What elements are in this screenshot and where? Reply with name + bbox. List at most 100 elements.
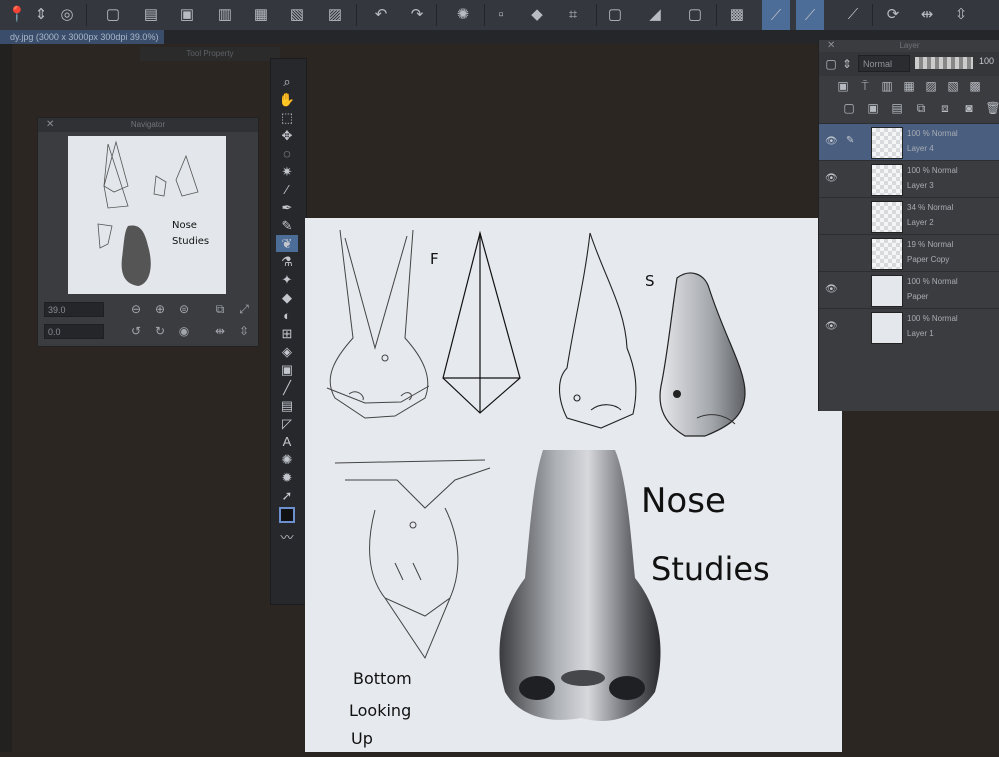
fit-window-icon[interactable]: ⧉ <box>212 301 228 317</box>
airbrush-icon[interactable]: ⚗ <box>276 253 298 270</box>
gradient-icon[interactable]: ◈ <box>276 343 298 360</box>
app-icon[interactable]: ◎ <box>56 3 78 25</box>
document-tab[interactable]: dy.jpg (3000 x 3000px 300dpi 39.0%) <box>0 30 165 44</box>
zoom-icon[interactable]: ⌕ <box>276 73 298 90</box>
print-icon[interactable]: ▧ <box>286 3 308 25</box>
reset-rotation-icon[interactable]: ◉ <box>176 323 192 339</box>
figure-icon[interactable]: ╱ <box>276 379 298 396</box>
zoom-value[interactable]: 39.0 <box>44 302 104 317</box>
pin-icon[interactable]: 📍 <box>6 3 28 25</box>
zoom-in-icon[interactable]: ⊕ <box>152 301 168 317</box>
layer-row[interactable]: 34 % Normal Layer 2 <box>819 197 999 235</box>
new-file-icon[interactable]: ▢ <box>102 3 124 25</box>
lock-transparent-icon[interactable]: ▨ <box>923 78 939 94</box>
object-select-icon[interactable]: ➚ <box>276 487 298 504</box>
layer-row[interactable]: 👁 100 % Normal Layer 3 <box>819 160 999 198</box>
fill-icon[interactable]: ⊞ <box>276 325 298 342</box>
expand-icon[interactable]: ⤢ <box>236 301 252 317</box>
frame-icon[interactable]: ▤ <box>276 397 298 414</box>
hand-icon[interactable]: ✋ <box>276 91 298 108</box>
main-color-icon[interactable] <box>276 507 298 524</box>
correct-line-icon[interactable]: ✹ <box>276 469 298 486</box>
layer-row[interactable]: 👁 100 % Normal Layer 1 <box>819 308 999 346</box>
grid-icon[interactable]: ▩ <box>726 3 748 25</box>
delete-layer-icon[interactable]: 🗑 <box>985 100 999 116</box>
draft-icon[interactable]: ▦ <box>901 78 917 94</box>
tool-property-header[interactable]: Tool Property <box>140 47 280 61</box>
eye-icon[interactable]: 👁 <box>825 321 838 332</box>
layer-mask-icon[interactable]: ◙ <box>961 100 977 116</box>
layer-mode: 34 % Normal <box>907 203 954 212</box>
flip-horizontal-icon[interactable]: ⇹ <box>916 3 938 25</box>
eye-icon[interactable]: 👁 <box>825 136 838 147</box>
transfer-icon[interactable]: ⧉ <box>913 100 929 116</box>
brush-icon[interactable]: ❦ <box>276 235 298 252</box>
save-icon[interactable]: ▣ <box>176 3 198 25</box>
opacity-value[interactable]: 100 <box>979 56 994 66</box>
eye-icon[interactable]: 👁 <box>825 173 838 184</box>
transparency-icon[interactable]: ▢ <box>684 3 706 25</box>
blend-mode-select[interactable]: Normal <box>858 55 910 72</box>
operation-icon[interactable]: ⬚ <box>276 109 298 126</box>
pencil-icon[interactable]: ✎ <box>276 217 298 234</box>
flip-vertical-icon[interactable]: ⇳ <box>236 323 252 339</box>
lock-icon[interactable]: ▣ <box>835 78 851 94</box>
undo-icon[interactable]: ↶ <box>370 3 392 25</box>
fill-icon[interactable]: ◆ <box>526 3 548 25</box>
updown-icon[interactable]: ⇕ <box>30 3 52 25</box>
line-snap-icon[interactable]: ⟋ <box>796 0 824 30</box>
navigator-thumbnail[interactable]: Nose Studies <box>68 136 226 294</box>
crop-icon[interactable]: ⌗ <box>562 3 584 25</box>
flip-vertical-icon[interactable]: ⇳ <box>950 3 972 25</box>
export-icon[interactable]: ▦ <box>250 3 272 25</box>
rotation-value[interactable]: 0.0 <box>44 324 104 339</box>
rotate-icon[interactable]: ⟳ <box>882 3 904 25</box>
loading-icon[interactable]: ✺ <box>452 3 474 25</box>
ruler-icon[interactable]: ◸ <box>276 415 298 432</box>
lasso-icon[interactable]: ◌ <box>276 145 298 162</box>
combine-icon[interactable]: ⧈ <box>937 100 953 116</box>
rotate-left-icon[interactable]: ↺ <box>128 323 144 339</box>
redo-icon[interactable]: ↷ <box>406 3 428 25</box>
drawing-canvas[interactable]: F S Nose Studies Bottom Looking Up <box>305 218 842 752</box>
save-as-icon[interactable]: ▥ <box>214 3 236 25</box>
print-icon[interactable]: ▨ <box>324 3 346 25</box>
new-raster-layer-icon[interactable]: ▢ <box>841 100 857 116</box>
blend-icon[interactable]: ◐ <box>276 307 298 324</box>
eyedropper-icon[interactable]: ⁄ <box>276 181 298 198</box>
eraser-icon[interactable]: ◆ <box>276 289 298 306</box>
layer-row[interactable]: 19 % Normal Paper Copy <box>819 234 999 272</box>
zoom-out-icon[interactable]: ⊖ <box>128 301 144 317</box>
layer-row[interactable]: 👁 100 % Normal Paper <box>819 271 999 309</box>
reference-icon[interactable]: ▥ <box>879 78 895 94</box>
clear-icon[interactable]: ▫ <box>490 3 512 25</box>
ruler-snap-icon[interactable]: ⟋ <box>762 0 790 30</box>
stroke-icon[interactable]: 〰 <box>276 529 298 546</box>
gradient-fill-icon[interactable]: ▣ <box>276 361 298 378</box>
tone-icon[interactable]: ▢ <box>604 3 626 25</box>
open-folder-icon[interactable]: ▤ <box>140 3 162 25</box>
layer-type-icon[interactable]: ▢ <box>823 56 839 72</box>
text-icon[interactable]: A <box>276 433 298 450</box>
new-folder-icon[interactable]: ▤ <box>889 100 905 116</box>
tone-icon[interactable]: ◢ <box>644 3 666 25</box>
eye-icon[interactable]: 👁 <box>825 284 838 295</box>
move-icon[interactable]: ✥ <box>276 127 298 144</box>
ruler-icon[interactable]: ⟋ <box>842 3 864 25</box>
rotate-right-icon[interactable]: ↻ <box>152 323 168 339</box>
new-vector-layer-icon[interactable]: ▣ <box>865 100 881 116</box>
pen-icon[interactable]: ✒ <box>276 199 298 216</box>
close-icon[interactable]: ✕ <box>46 118 54 132</box>
clip-icon[interactable]: ⍑ <box>857 78 873 94</box>
close-icon[interactable]: ✕ <box>827 40 835 52</box>
flip-horizontal-icon[interactable]: ⇹ <box>212 323 228 339</box>
opacity-slider[interactable] <box>915 57 973 69</box>
balloon-icon[interactable]: ✺ <box>276 451 298 468</box>
decoration-icon[interactable]: ✦ <box>276 271 298 288</box>
layer-row[interactable]: 👁 ✎ 100 % Normal Layer 4 <box>819 123 999 161</box>
fit-icon[interactable]: ⊜ <box>176 301 192 317</box>
mask-icon[interactable]: ▧ <box>945 78 961 94</box>
magic-wand-icon[interactable]: ✷ <box>276 163 298 180</box>
ruler-icon[interactable]: ▩ <box>967 78 983 94</box>
updown-icon[interactable]: ⇕ <box>839 56 855 72</box>
